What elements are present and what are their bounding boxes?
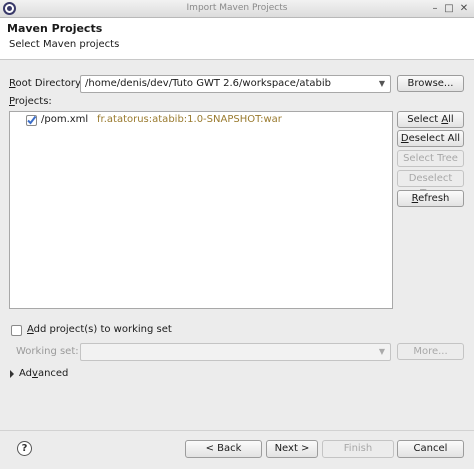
next-button[interactable]: Next > (266, 440, 318, 458)
checkbox-checked-icon[interactable] (26, 115, 37, 126)
window-title: Import Maven Projects (186, 3, 288, 13)
select-all-before: Select (407, 114, 442, 125)
maximize-icon[interactable]: □ (443, 3, 455, 15)
project-pom-path: /pom.xml (41, 114, 89, 125)
refresh-after: efresh (418, 193, 450, 204)
projects-label: Projects: (9, 96, 52, 107)
browse-button[interactable]: Browse... (397, 75, 464, 92)
deselect-all-button[interactable]: Deselect All (397, 130, 464, 147)
working-set-label: Working set: (16, 346, 79, 357)
list-item[interactable]: /pom.xml fr.atatorus:atabib:1.0-SNAPSHOT… (10, 114, 392, 128)
deselect-tree-button[interactable]: Deselect Tree (397, 170, 464, 199)
close-icon[interactable]: ✕ (458, 3, 470, 15)
select-tree-button[interactable]: Select Tree (397, 150, 464, 167)
projects-tree[interactable]: /pom.xml fr.atatorus:atabib:1.0-SNAPSHOT… (9, 111, 393, 309)
cancel-button[interactable]: Cancel (397, 440, 464, 458)
select-all-button[interactable]: Select All (397, 111, 464, 128)
advanced-after: anced (37, 368, 69, 379)
advanced-expander[interactable]: Advanced (19, 368, 68, 379)
root-directory-value: /home/denis/dev/Tuto GWT 2.6/workspace/a… (85, 78, 331, 89)
root-directory-label: Root Directory: (9, 78, 84, 89)
deselect-all-mnemonic: D (400, 133, 409, 144)
chevron-down-icon[interactable]: ▼ (377, 78, 387, 90)
select-all-after: ll (448, 114, 454, 125)
project-gav: fr.atatorus:atabib:1.0-SNAPSHOT:war (97, 114, 282, 125)
working-set-combo[interactable]: ▼ (80, 343, 391, 361)
help-icon[interactable]: ? (17, 441, 32, 456)
expand-triangle-icon[interactable] (10, 370, 14, 378)
footer-separator (0, 430, 474, 431)
projects-label-text: rojects: (14, 96, 52, 107)
add-working-set-mnemonic: A (27, 324, 34, 335)
minimize-icon[interactable]: – (429, 3, 441, 15)
root-directory-combo[interactable]: /home/denis/dev/Tuto GWT 2.6/workspace/a… (80, 75, 391, 93)
finish-button[interactable]: Finish (322, 440, 394, 458)
add-working-set-text: dd project(s) to working set (33, 324, 172, 335)
add-to-working-set-checkbox[interactable] (11, 325, 22, 336)
deselect-all-after: eselect All (408, 133, 461, 144)
wizard-header: Maven Projects Select Maven projects (0, 18, 474, 60)
more-button[interactable]: More... (397, 343, 464, 360)
refresh-button[interactable]: Refresh (397, 190, 464, 207)
page-subtitle: Select Maven projects (9, 39, 120, 50)
page-title: Maven Projects (7, 22, 103, 35)
window-titlebar[interactable]: Import Maven Projects – □ ✕ (0, 0, 474, 18)
add-to-working-set-label: Add project(s) to working set (27, 324, 172, 335)
chevron-down-icon[interactable]: ▼ (377, 346, 387, 358)
advanced-before: Ad (19, 368, 33, 379)
root-directory-label-text: oot Directory: (15, 78, 84, 89)
back-button[interactable]: < Back (185, 440, 262, 458)
